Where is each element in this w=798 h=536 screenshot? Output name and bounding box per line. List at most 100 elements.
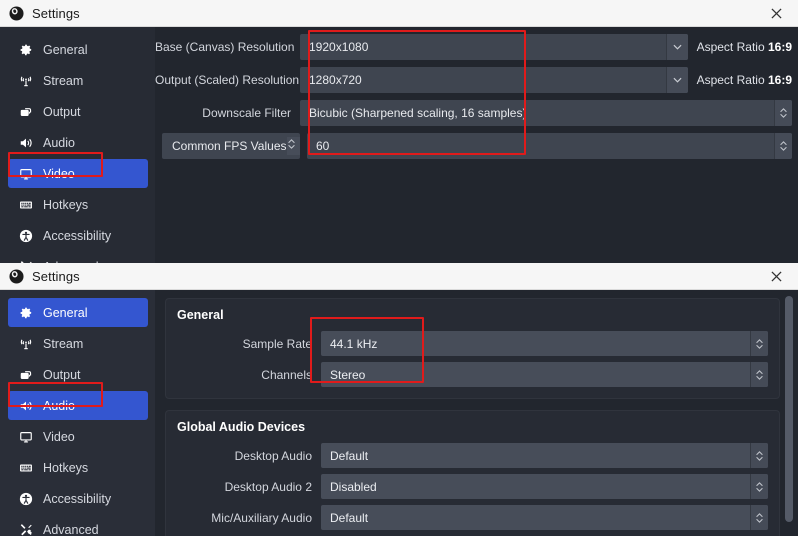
aspect-ratio-value: 16:9 <box>767 73 792 87</box>
field-row-output-resolution: Output (Scaled) Resolution 1280x720 Aspe… <box>155 67 798 93</box>
base-resolution-combobox[interactable]: 1920x1080 <box>300 34 688 60</box>
common-fps-values-selector[interactable]: Common FPS Values <box>162 133 300 159</box>
sidebar-item-audio[interactable]: Audio <box>8 391 148 420</box>
aspect-ratio-value: 16:9 <box>767 40 792 54</box>
sidebar-item-label: General <box>43 42 88 57</box>
output-screen-icon <box>18 104 34 120</box>
titlebar-bottom: Settings <box>0 263 798 290</box>
sidebar-item-stream[interactable]: Stream <box>8 66 148 95</box>
field-label: Downscale Filter <box>202 106 291 120</box>
scrollbar-thumb[interactable] <box>785 296 793 522</box>
field-value: 1920x1080 <box>309 40 369 54</box>
gear-icon <box>18 305 34 321</box>
broadcast-icon <box>18 336 34 352</box>
keyboard-icon <box>18 460 34 476</box>
close-icon[interactable] <box>754 0 798 27</box>
spinner-icon[interactable] <box>286 137 300 155</box>
field-row-downscale-filter: Downscale Filter Bicubic (Sharpened scal… <box>155 100 798 126</box>
chevron-down-icon[interactable] <box>665 34 688 60</box>
field-value: Stereo <box>330 367 366 382</box>
group-title: General <box>177 308 224 322</box>
sidebar-item-label: Stream <box>43 336 84 351</box>
group-general: General Sample Rate 44.1 kHz Channels St… <box>165 298 780 399</box>
sidebar-item-general[interactable]: General <box>8 35 148 64</box>
window-title: Settings <box>32 5 80 21</box>
field-label: Desktop Audio <box>234 448 312 463</box>
aspect-ratio-output: Aspect Ratio 16:9 <box>697 73 792 87</box>
desktop-audio-combobox[interactable]: Default <box>321 443 768 468</box>
sidebar-item-output[interactable]: Output <box>8 97 148 126</box>
monitor-icon <box>18 429 34 445</box>
sidebar-item-advanced[interactable]: Advanced <box>8 515 148 536</box>
obs-logo-icon <box>9 5 24 21</box>
window-title: Settings <box>32 268 80 284</box>
chevron-down-icon[interactable] <box>665 67 688 93</box>
sidebar-item-output[interactable]: Output <box>8 360 148 389</box>
close-icon[interactable] <box>754 263 798 290</box>
group-global-audio-devices: Global Audio Devices Desktop Audio Defau… <box>165 410 780 536</box>
field-row-mic-auxiliary-audio: Mic/Auxiliary Audio Default <box>177 505 768 530</box>
field-label: Desktop Audio 2 <box>224 479 312 494</box>
output-screen-icon <box>18 367 34 383</box>
sidebar-item-stream[interactable]: Stream <box>8 329 148 358</box>
sidebar-item-video[interactable]: Video <box>8 159 148 188</box>
sidebar-item-video[interactable]: Video <box>8 422 148 451</box>
group-title: Global Audio Devices <box>177 420 306 434</box>
fps-selector-label: Common FPS Values <box>172 139 287 153</box>
field-value: 1280x720 <box>309 73 362 87</box>
sidebar-bottom: General Stream Output Audio Video Hotkey… <box>0 290 155 536</box>
sidebar-item-label: General <box>43 305 88 320</box>
spinner-icon[interactable] <box>774 133 792 159</box>
sidebar-item-label: Video <box>43 166 75 181</box>
spinner-icon[interactable] <box>750 505 768 530</box>
spinner-icon[interactable] <box>750 331 768 356</box>
tools-icon <box>18 522 34 536</box>
sidebar-item-advanced[interactable]: Advanced <box>8 252 148 263</box>
settings-window-audio: Settings General Stream Output Audio Vid… <box>0 263 798 536</box>
gear-icon <box>18 42 34 58</box>
channels-combobox[interactable]: Stereo <box>321 362 768 387</box>
sidebar-item-audio[interactable]: Audio <box>8 128 148 157</box>
dialog-body-top: General Stream Output Audio Video Hotkey… <box>0 27 798 263</box>
aspect-ratio-label: Aspect Ratio <box>696 73 765 87</box>
sidebar-item-label: Stream <box>43 73 84 88</box>
speaker-icon <box>18 135 34 151</box>
speaker-icon <box>18 398 34 414</box>
accessibility-icon <box>18 491 34 507</box>
field-row-desktop-audio-2: Desktop Audio 2 Disabled <box>177 474 768 499</box>
field-value: Bicubic (Sharpened scaling, 16 samples) <box>309 106 527 120</box>
output-resolution-combobox[interactable]: 1280x720 <box>300 67 688 93</box>
titlebar-top: Settings <box>0 0 798 27</box>
sidebar-item-hotkeys[interactable]: Hotkeys <box>8 190 148 219</box>
field-row-sample-rate: Sample Rate 44.1 kHz <box>177 331 768 356</box>
sidebar-top: General Stream Output Audio Video Hotkey… <box>0 27 155 263</box>
sidebar-item-hotkeys[interactable]: Hotkeys <box>8 453 148 482</box>
sidebar-item-accessibility[interactable]: Accessibility <box>8 221 148 250</box>
spinner-icon[interactable] <box>750 443 768 468</box>
sample-rate-combobox[interactable]: 44.1 kHz <box>321 331 768 356</box>
sidebar-item-accessibility[interactable]: Accessibility <box>8 484 148 513</box>
vertical-scrollbar[interactable] <box>785 296 793 528</box>
sidebar-item-label: Audio <box>43 135 75 150</box>
sidebar-item-label: Audio <box>43 398 75 413</box>
aspect-ratio-base: Aspect Ratio 16:9 <box>697 40 792 54</box>
sidebar-item-label: Output <box>43 367 81 382</box>
sidebar-item-label: Hotkeys <box>43 460 89 475</box>
spinner-icon[interactable] <box>750 362 768 387</box>
field-row-base-resolution: Base (Canvas) Resolution 1920x1080 Aspec… <box>155 34 798 60</box>
video-settings-panel: Base (Canvas) Resolution 1920x1080 Aspec… <box>155 27 798 263</box>
keyboard-icon <box>18 197 34 213</box>
downscale-filter-combobox[interactable]: Bicubic (Sharpened scaling, 16 samples) <box>300 100 792 126</box>
field-value: 60 <box>316 139 330 153</box>
spinner-icon[interactable] <box>750 474 768 499</box>
sidebar-item-general[interactable]: General <box>8 298 148 327</box>
mic-auxiliary-audio-combobox[interactable]: Default <box>321 505 768 530</box>
field-value: Default <box>330 510 369 525</box>
desktop-audio-2-combobox[interactable]: Disabled <box>321 474 768 499</box>
spinner-icon[interactable] <box>774 100 792 126</box>
field-label: Channels <box>261 367 312 382</box>
field-value: 44.1 kHz <box>330 336 378 351</box>
obs-settings-screenshot: Settings General Stream Output Audio Vid… <box>0 0 798 536</box>
fps-value-combobox[interactable]: 60 <box>307 133 792 159</box>
aspect-ratio-label: Aspect Ratio <box>696 40 765 54</box>
